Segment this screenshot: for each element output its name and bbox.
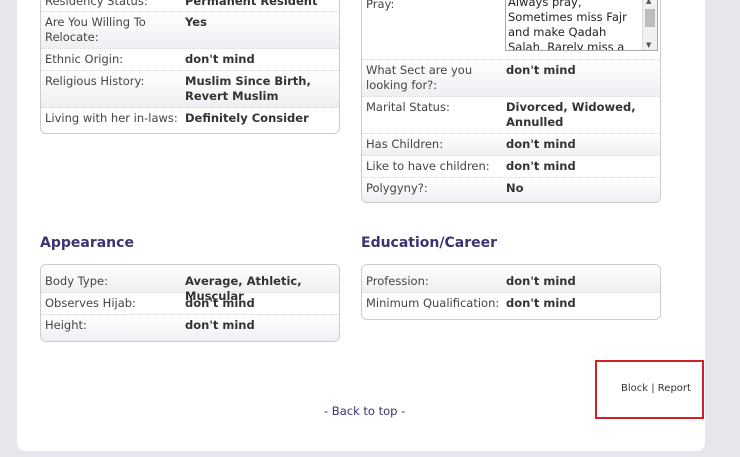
detail-label: Body Type: (45, 274, 108, 288)
back-to-top-link[interactable]: - Back to top - (324, 404, 405, 418)
detail-value: don't mind (506, 63, 576, 77)
detail-label: Residency Status: (45, 0, 148, 8)
detail-label: Marital Status: (366, 100, 450, 114)
detail-row: Height: don't mind (41, 315, 339, 341)
detail-label: Observes Hijab: (45, 296, 136, 310)
detail-value: Definitely Consider (185, 111, 309, 125)
detail-label: Like to have children: (366, 159, 490, 173)
detail-label: Polygyny?: (366, 181, 428, 195)
detail-label: Ethnic Origin: (45, 52, 124, 66)
detail-value: don't mind (506, 274, 576, 288)
detail-label: Living with her in-laws: (45, 111, 178, 125)
scroll-up-icon[interactable]: ▲ (646, 0, 651, 5)
detail-value: don't mind (506, 296, 576, 310)
detail-value: don't mind (506, 137, 576, 151)
partner-details-card: Residency Status: Permanent Resident Are… (40, 0, 340, 134)
textarea-scrollbar[interactable]: ▲ ▼ (642, 0, 657, 50)
pray-textarea[interactable]: Always pray, Sometimes miss Fajr and mak… (505, 0, 658, 51)
detail-row: Minimum Qualification: don't mind (362, 293, 660, 319)
detail-row: Has Children: don't mind (362, 134, 660, 156)
highlight-box (595, 360, 704, 419)
detail-value: Yes (185, 15, 207, 29)
detail-label: Has Children: (366, 137, 444, 151)
religion-details-card: Pray: Always pray, Sometimes miss Fajr a… (361, 0, 661, 203)
detail-row: What Sect are you looking for?: don't mi… (362, 60, 660, 97)
detail-row: Living with her in-laws: Definitely Cons… (41, 108, 339, 133)
detail-row: Religious History: Muslim Since Birth, R… (41, 71, 339, 108)
detail-label: Profession: (366, 274, 429, 288)
detail-row: Pray: Always pray, Sometimes miss Fajr a… (362, 0, 660, 60)
detail-value: No (506, 181, 524, 195)
detail-row: Are You Willing To Relocate: Yes (41, 12, 339, 49)
detail-row: Profession: don't mind (362, 265, 660, 293)
education-career-card: Profession: don't mind Minimum Qualifica… (361, 264, 661, 320)
detail-row: Polygyny?: No (362, 178, 660, 202)
detail-value: don't mind (185, 52, 255, 66)
detail-value: don't mind (185, 296, 255, 310)
detail-value: Divorced, Widowed, Annulled (506, 100, 636, 129)
appearance-card: Body Type: Average, Athletic, Muscular O… (40, 264, 340, 342)
pray-text: Always pray, Sometimes miss Fajr and mak… (508, 0, 627, 51)
detail-row: Observes Hijab: don't mind (41, 293, 339, 315)
scrollbar-thumb[interactable] (645, 9, 655, 27)
appearance-heading: Appearance (40, 235, 134, 251)
detail-label: Are You Willing To Relocate: (45, 15, 146, 44)
detail-row: Like to have children: don't mind (362, 156, 660, 178)
detail-value: don't mind (506, 159, 576, 173)
detail-label: Height: (45, 318, 87, 332)
education-career-heading: Education/Career (361, 235, 498, 251)
detail-row: Ethnic Origin: don't mind (41, 49, 339, 71)
detail-row: Residency Status: Permanent Resident (41, 0, 339, 12)
detail-label: Pray: (366, 0, 395, 11)
detail-label: Minimum Qualification: (366, 296, 500, 310)
detail-row: Marital Status: Divorced, Widowed, Annul… (362, 97, 660, 134)
scroll-down-icon[interactable]: ▼ (646, 41, 651, 49)
detail-label: Religious History: (45, 74, 145, 88)
detail-label: What Sect are you looking for?: (366, 63, 473, 92)
detail-value: Permanent Resident (185, 0, 318, 8)
detail-row: Body Type: Average, Athletic, Muscular (41, 265, 339, 303)
detail-value: Muslim Since Birth, Revert Muslim (185, 74, 311, 103)
detail-value: don't mind (185, 318, 255, 332)
